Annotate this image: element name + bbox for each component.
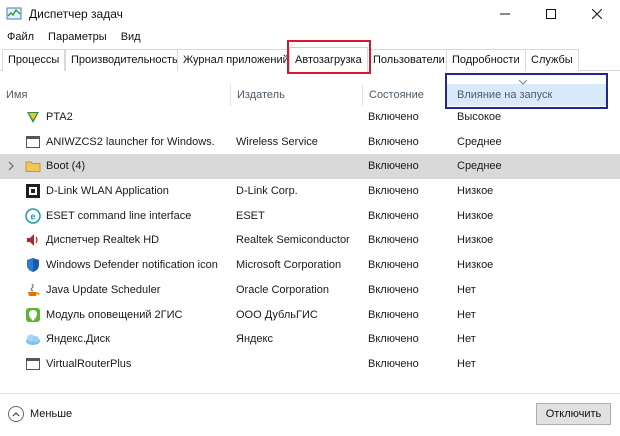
row-state: Включено: [368, 357, 419, 370]
table-row[interactable]: ANIWZCS2 launcher for Windows. Wireless …: [0, 130, 620, 155]
table-row[interactable]: Модуль оповещений 2ГИС ООО ДубльГИС Вклю…: [0, 303, 620, 328]
shield-app-icon: [27, 112, 39, 123]
table-row[interactable]: PTA2 Включено Высокое: [0, 105, 620, 130]
row-impact: Высокое: [457, 111, 502, 123]
row-impact: Среднее: [457, 160, 502, 173]
tab-services[interactable]: Службы: [525, 49, 579, 71]
window-title: Диспетчер задач: [29, 7, 123, 21]
row-impact: Низкое: [457, 185, 494, 198]
row-state: Включено: [368, 135, 419, 148]
minimize-button[interactable]: [482, 0, 528, 28]
row-impact: Среднее: [457, 135, 502, 148]
table-row[interactable]: Диспетчер Realtek HD Realtek Semiconduct…: [0, 228, 620, 253]
tab-details[interactable]: Подробности: [446, 49, 526, 71]
footer-bar: Меньше Отключить: [0, 393, 620, 436]
menu-view[interactable]: Вид: [114, 31, 148, 43]
tab-app-history[interactable]: Журнал приложений: [177, 49, 295, 71]
chevron-right-icon[interactable]: [8, 161, 15, 171]
row-state: Включено: [368, 283, 419, 296]
row-name: ANIWZCS2 launcher for Windows.: [46, 135, 215, 148]
maximize-button[interactable]: [528, 0, 574, 28]
table-row[interactable]: Яндекс.Диск Яндекс Включено Нет: [0, 327, 620, 352]
row-publisher: D-Link Corp.: [236, 185, 298, 198]
column-header-state[interactable]: Состояние: [363, 84, 447, 106]
row-state: Включено: [368, 259, 419, 272]
table-row[interactable]: Windows Defender notification icon Micro…: [0, 253, 620, 278]
menu-file[interactable]: Файл: [0, 31, 41, 43]
row-publisher: Oracle Corporation: [236, 283, 329, 296]
row-state: Включено: [368, 234, 419, 247]
menu-options[interactable]: Параметры: [41, 31, 114, 43]
row-name: Boot (4): [46, 160, 86, 173]
row-state: Включено: [368, 308, 419, 321]
tab-users[interactable]: Пользователи: [367, 49, 451, 71]
row-state: Включено: [368, 185, 419, 198]
table-row[interactable]: VirtualRouterPlus Включено Нет: [0, 352, 620, 377]
row-name: ESET command line interface: [46, 209, 192, 222]
eset-icon: e: [25, 208, 41, 224]
row-state: Включено: [368, 333, 419, 346]
yandex-disk-icon: [26, 334, 40, 346]
close-button[interactable]: [574, 0, 620, 28]
sorted-column-highlight-box: [445, 73, 608, 109]
table-row[interactable]: Java Update Scheduler Oracle Corporation…: [0, 278, 620, 303]
row-publisher: Wireless Service: [236, 135, 318, 148]
close-icon: [592, 9, 602, 19]
java-icon: [28, 283, 40, 296]
row-name: Windows Defender notification icon: [46, 259, 218, 272]
app-window-icon: [26, 357, 40, 370]
table-row[interactable]: Boot (4) Включено Среднее: [0, 154, 620, 180]
column-header-publisher[interactable]: Издатель: [231, 84, 362, 106]
title-bar: Диспетчер задач: [0, 0, 620, 28]
row-state: Включено: [368, 209, 419, 222]
folder-icon: [25, 161, 41, 173]
row-impact: Низкое: [457, 259, 494, 272]
row-impact: Нет: [457, 333, 476, 346]
app-window-icon: [26, 135, 40, 148]
row-impact: Нет: [457, 308, 476, 321]
row-state: Включено: [368, 160, 419, 173]
minimize-icon: [500, 13, 510, 15]
tab-processes[interactable]: Процессы: [2, 49, 66, 71]
row-impact: Низкое: [457, 209, 494, 222]
row-state: Включено: [368, 111, 419, 123]
active-tab-highlight-box: [287, 40, 371, 74]
startup-list: PTA2 Включено Высокое ANIWZCS2 launcher …: [0, 105, 620, 377]
row-publisher: ООО ДубльГИС: [236, 308, 318, 321]
row-publisher: Realtek Semiconductor: [236, 234, 350, 247]
svg-text:e: e: [30, 211, 35, 221]
row-impact: Низкое: [457, 234, 494, 247]
table-row[interactable]: D-Link WLAN Application D-Link Corp. Вкл…: [0, 179, 620, 204]
row-name: Диспетчер Realtek HD: [46, 234, 160, 247]
row-impact: Нет: [457, 357, 476, 370]
menu-bar: Файл Параметры Вид: [0, 27, 148, 47]
row-name: Яндекс.Диск: [46, 333, 110, 346]
row-name: PTA2: [46, 111, 73, 123]
chevron-up-icon: [8, 406, 24, 422]
row-name: Модуль оповещений 2ГИС: [46, 308, 183, 321]
row-name: VirtualRouterPlus: [46, 357, 132, 370]
table-row[interactable]: e ESET command line interface ESET Включ…: [0, 204, 620, 229]
defender-icon: [27, 258, 39, 273]
tab-performance[interactable]: Производительность: [65, 49, 184, 71]
speaker-icon: [27, 234, 38, 247]
row-publisher: ESET: [236, 209, 265, 222]
row-name: D-Link WLAN Application: [46, 185, 169, 198]
maximize-icon: [546, 9, 556, 19]
column-header-name[interactable]: Имя: [0, 84, 230, 106]
row-publisher: Яндекс: [236, 333, 273, 346]
disable-button[interactable]: Отключить: [536, 403, 611, 425]
task-manager-icon: [6, 6, 22, 22]
2gis-icon: [26, 307, 40, 322]
row-impact: Нет: [457, 283, 476, 296]
fewer-details-label: Меньше: [30, 408, 73, 420]
fewer-details-toggle[interactable]: Меньше: [8, 406, 72, 422]
dlink-icon: [26, 184, 40, 199]
row-name: Java Update Scheduler: [46, 283, 161, 296]
row-publisher: Microsoft Corporation: [236, 259, 342, 272]
